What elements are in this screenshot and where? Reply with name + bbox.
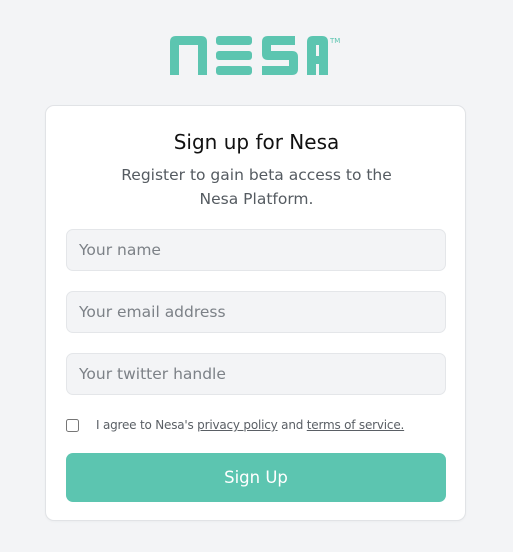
terms-of-service-link[interactable]: terms of service. <box>307 418 405 432</box>
terms-prefix: I agree to Nesa's <box>96 418 198 432</box>
email-field[interactable] <box>66 291 446 333</box>
twitter-field[interactable] <box>66 353 446 395</box>
privacy-policy-link[interactable]: privacy policy <box>197 418 278 432</box>
terms-text: I agree to Nesa's privacy policy and ter… <box>96 418 404 432</box>
page-title: Sign up for Nesa <box>173 130 340 154</box>
nesa-logo: TM <box>170 36 340 75</box>
page-subtitle: Register to gain beta access to the Nesa… <box>121 166 392 208</box>
terms-checkbox[interactable] <box>66 418 79 432</box>
name-field[interactable] <box>66 229 446 271</box>
terms-agreement-row: I agree to Nesa's privacy policy and ter… <box>66 417 404 433</box>
sign-up-button[interactable]: Sign Up <box>66 453 446 502</box>
terms-and: and <box>277 418 307 432</box>
trademark-mark: TM <box>329 37 340 45</box>
